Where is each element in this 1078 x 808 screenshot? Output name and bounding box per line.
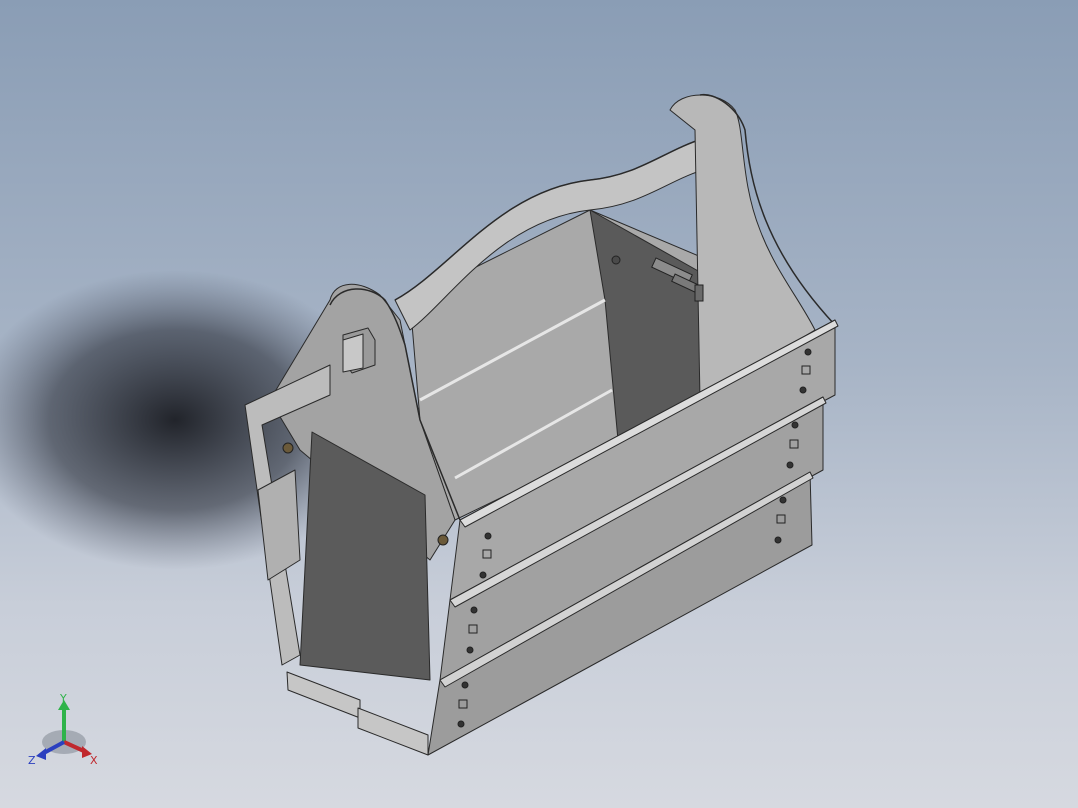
- handle-block-face: [342, 333, 364, 373]
- left-side-plank-1: [257, 469, 301, 581]
- screw-hole: [791, 421, 799, 429]
- base-foot-left: [286, 671, 361, 719]
- y-axis-label: Y: [59, 692, 67, 705]
- orientation-triad[interactable]: Y X Z: [24, 692, 114, 772]
- screw-hole: [466, 646, 474, 654]
- screw-hole: [470, 606, 478, 614]
- base-foot-right: [357, 707, 429, 756]
- z-axis-arrow: [36, 748, 46, 760]
- screw-hole: [479, 571, 487, 579]
- tool-caddy-3d-model[interactable]: [0, 0, 1078, 808]
- screw-hole: [779, 496, 787, 504]
- screw-hole: [799, 386, 807, 394]
- screw-hole: [457, 720, 465, 728]
- screw-hole: [774, 536, 782, 544]
- screw-hole: [484, 532, 492, 540]
- wing-nut: [437, 534, 449, 546]
- z-axis-label: Z: [28, 754, 36, 767]
- screw-hole: [461, 681, 469, 689]
- wing-nut: [282, 442, 294, 454]
- screw-hole: [804, 348, 812, 356]
- x-axis-label: X: [90, 754, 98, 767]
- graphics-viewport[interactable]: Y X Z: [0, 0, 1078, 808]
- screw-hole: [786, 461, 794, 469]
- dowel-hole: [611, 255, 621, 265]
